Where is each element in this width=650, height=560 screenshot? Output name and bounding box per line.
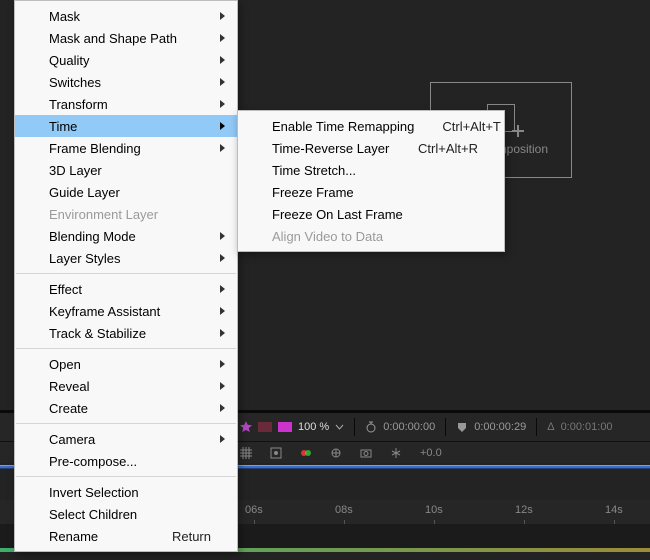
menu-item-label: Time-Reverse Layer — [272, 141, 390, 156]
menu-item-label: Freeze On Last Frame — [272, 207, 478, 222]
menu-item-camera[interactable]: Camera — [15, 428, 237, 450]
menu-item-blending-mode[interactable]: Blending Mode — [15, 225, 237, 247]
color-swatch[interactable] — [258, 422, 272, 432]
menu-item-switches[interactable]: Switches — [15, 71, 237, 93]
menu-item-label: Camera — [49, 432, 211, 447]
exposure-icon[interactable] — [330, 447, 342, 459]
grid-icon[interactable] — [240, 447, 252, 459]
menu-item-keyframe-assistant[interactable]: Keyframe Assistant — [15, 300, 237, 322]
menu-item-label: Enable Time Remapping — [272, 119, 414, 134]
timecode-delta: 0:00:01:00 — [561, 421, 613, 433]
dropdown-caret-icon[interactable] — [335, 423, 344, 432]
menu-item-environment-layer: Environment Layer — [15, 203, 237, 225]
submenu-item-freeze-frame[interactable]: Freeze Frame — [238, 181, 504, 203]
menu-item-shortcut: Return — [172, 529, 211, 544]
menu-item-label: Freeze Frame — [272, 185, 478, 200]
ruler-tick: 08s — [335, 504, 353, 516]
menu-separator — [16, 273, 236, 274]
menu-item-label: Blending Mode — [49, 229, 211, 244]
menu-item-label: Quality — [49, 53, 211, 68]
menu-item-label: Open — [49, 357, 211, 372]
menu-item-label: Time Stretch... — [272, 163, 478, 178]
ruler-tick: 14s — [605, 504, 623, 516]
menu-item-label: Transform — [49, 97, 211, 112]
layer-context-menu: Mask Mask and Shape Path Quality Switches Tr… — [14, 0, 238, 552]
menu-item-label: Guide Layer — [49, 185, 211, 200]
menu-item-mask[interactable]: Mask — [15, 5, 237, 27]
menu-item-label: Align Video to Data — [272, 229, 478, 244]
menu-item-mask-and-shape-path[interactable]: Mask and Shape Path — [15, 27, 237, 49]
menu-item-transform[interactable]: Transform — [15, 93, 237, 115]
color-swatch[interactable] — [278, 422, 292, 432]
submenu-item-time-stretch[interactable]: Time Stretch... — [238, 159, 504, 181]
menu-item-frame-blending[interactable]: Frame Blending — [15, 137, 237, 159]
menu-item-label: Time — [49, 119, 211, 134]
menu-item-label: Track & Stabilize — [49, 326, 211, 341]
time-submenu: Enable Time Remapping Ctrl+Alt+T Time-Reve… — [237, 110, 505, 252]
menu-item-label: Pre-compose... — [49, 454, 211, 469]
menu-item-label: Reveal — [49, 379, 211, 394]
menu-item-invert-selection[interactable]: Invert Selection — [15, 481, 237, 503]
menu-item-label: Keyframe Assistant — [49, 304, 211, 319]
exposure-value[interactable]: +0.0 — [420, 447, 442, 459]
menu-item-shortcut: Ctrl+Alt+T — [442, 119, 501, 134]
menu-item-time[interactable]: Time — [15, 115, 237, 137]
menu-item-quality[interactable]: Quality — [15, 49, 237, 71]
adjust-icon[interactable] — [390, 447, 402, 459]
submenu-item-align-video-to-data: Align Video to Data — [238, 225, 504, 247]
ruler-tick: 06s — [245, 504, 263, 516]
menu-item-shortcut: Ctrl+Alt+R — [418, 141, 478, 156]
menu-item-label: Mask and Shape Path — [49, 31, 211, 46]
zoom-percent[interactable]: 100 % — [298, 421, 329, 433]
snapshot-icon[interactable] — [360, 447, 372, 459]
menu-item-label: Environment Layer — [49, 207, 211, 222]
menu-item-effect[interactable]: Effect — [15, 278, 237, 300]
ruler-tick: 10s — [425, 504, 443, 516]
timecode-start: 0:00:00:00 — [383, 421, 435, 433]
menu-separator — [16, 476, 236, 477]
menu-item-label: Layer Styles — [49, 251, 211, 266]
menu-item-label: Rename — [49, 529, 144, 544]
menu-separator — [16, 423, 236, 424]
menu-item-rename[interactable]: Rename Return — [15, 525, 237, 547]
playhead-icon[interactable] — [456, 421, 468, 433]
menu-item-open[interactable]: Open — [15, 353, 237, 375]
menu-item-label: Invert Selection — [49, 485, 211, 500]
mask-toggle-icon[interactable] — [270, 447, 282, 459]
menu-item-label: Frame Blending — [49, 141, 211, 156]
menu-item-label: 3D Layer — [49, 163, 211, 178]
menu-item-label: Select Children — [49, 507, 211, 522]
submenu-item-freeze-on-last-frame[interactable]: Freeze On Last Frame — [238, 203, 504, 225]
timecode-pos[interactable]: 0:00:00:29 — [474, 421, 526, 433]
ruler-tick: 12s — [515, 504, 533, 516]
star-icon[interactable] — [240, 421, 252, 433]
submenu-item-time-reverse-layer[interactable]: Time-Reverse Layer Ctrl+Alt+R — [238, 137, 504, 159]
menu-item-layer-styles[interactable]: Layer Styles — [15, 247, 237, 269]
menu-item-label: Mask — [49, 9, 211, 24]
menu-item-track-stabilize[interactable]: Track & Stabilize — [15, 322, 237, 344]
menu-item-label: Effect — [49, 282, 211, 297]
delta-label: Δ — [547, 421, 554, 433]
channels-icon[interactable] — [300, 447, 312, 459]
stopwatch-icon[interactable] — [365, 421, 377, 433]
menu-item-label: Switches — [49, 75, 211, 90]
menu-item-reveal[interactable]: Reveal — [15, 375, 237, 397]
menu-item-guide-layer[interactable]: Guide Layer — [15, 181, 237, 203]
menu-item-3d-layer[interactable]: 3D Layer — [15, 159, 237, 181]
submenu-item-enable-time-remapping[interactable]: Enable Time Remapping Ctrl+Alt+T — [238, 115, 504, 137]
menu-item-create[interactable]: Create — [15, 397, 237, 419]
menu-separator — [16, 348, 236, 349]
menu-item-label: Create — [49, 401, 211, 416]
menu-item-select-children[interactable]: Select Children — [15, 503, 237, 525]
menu-item-pre-compose[interactable]: Pre-compose... — [15, 450, 237, 472]
